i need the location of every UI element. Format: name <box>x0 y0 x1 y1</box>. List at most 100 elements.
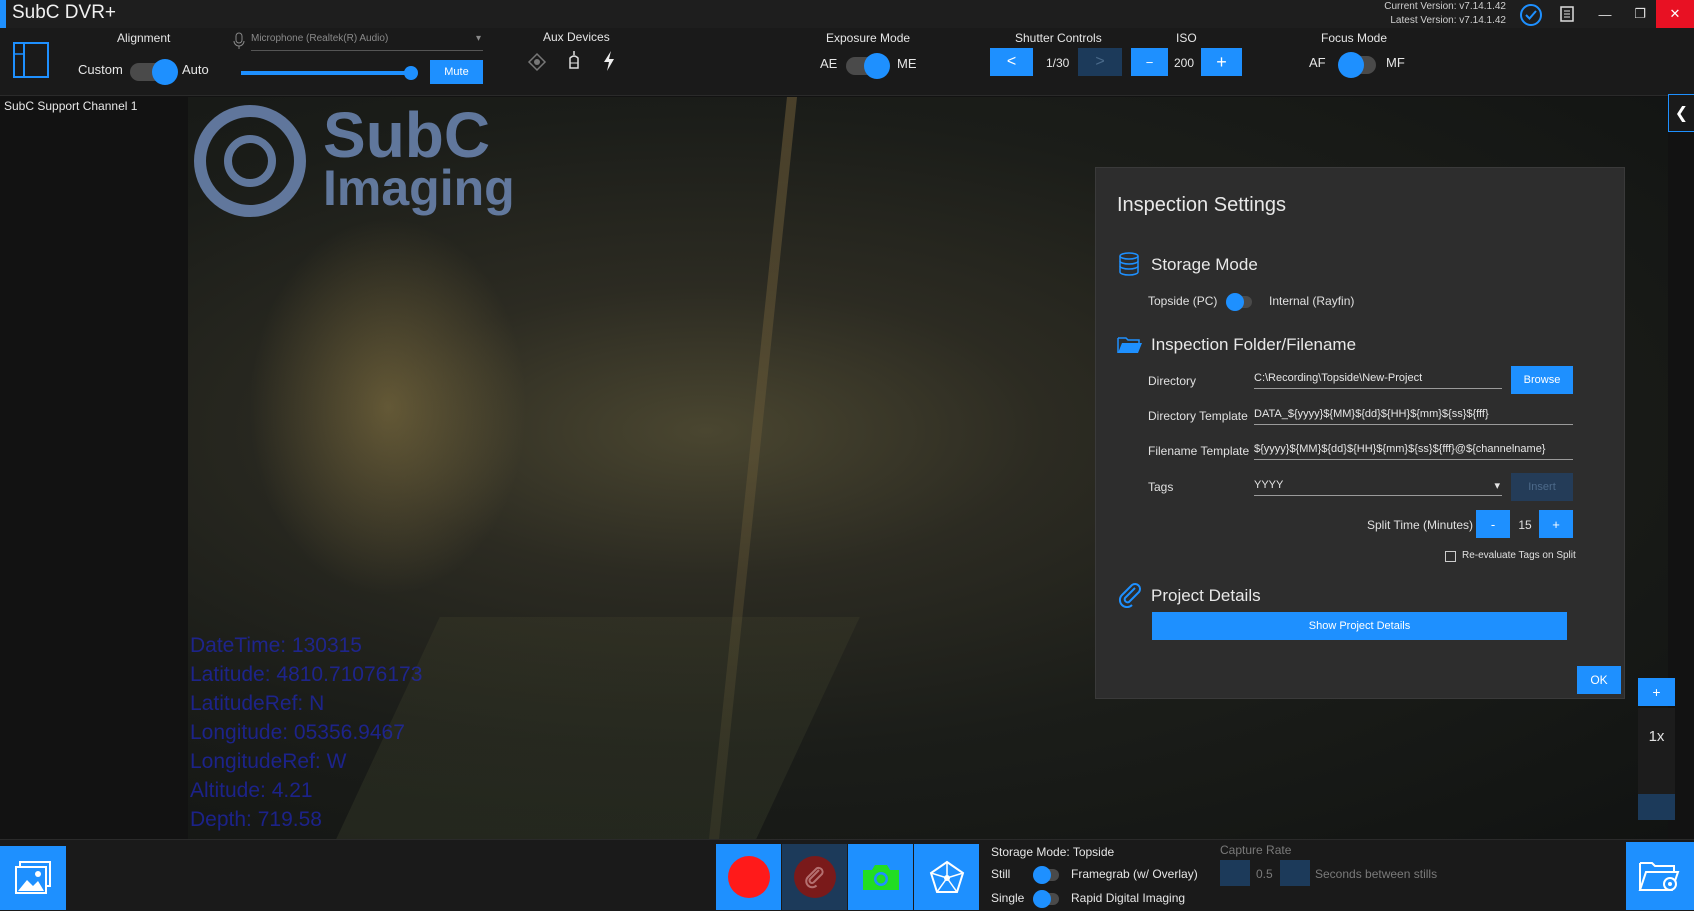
overlay-line: LatitudeRef: N <box>190 692 325 715</box>
log-icon[interactable] <box>1558 5 1576 23</box>
alignment-custom-label: Custom <box>78 62 123 77</box>
volume-slider[interactable] <box>241 66 418 80</box>
project-details-title: Project Details <box>1151 586 1261 605</box>
tags-select[interactable]: YYYY ▾ <box>1254 479 1502 496</box>
focus-mf-label: MF <box>1386 55 1405 70</box>
microphone-select[interactable]: Microphone (Realtek(R) Audio) ▾ <box>251 33 483 51</box>
tags-label: Tags <box>1148 480 1174 494</box>
database-icon <box>1118 252 1140 276</box>
iso-plus-button[interactable]: + <box>1201 48 1242 76</box>
title-bar: SubC DVR+ Current Version: v7.14.1.42 La… <box>0 0 1694 28</box>
single-rdi-toggle[interactable] <box>1033 890 1059 908</box>
zoom-in-button[interactable]: + <box>1638 678 1675 706</box>
title-accent <box>0 0 6 28</box>
focus-af-label: AF <box>1309 55 1326 70</box>
subc-logo-icon <box>190 101 310 221</box>
zoom-track[interactable]: 1x <box>1638 708 1675 794</box>
framegrab-label: Framegrab (w/ Overlay) <box>1071 867 1198 881</box>
folder-open-icon <box>1117 335 1143 355</box>
shutter-value: 1/30 <box>1046 56 1070 70</box>
still-label: Still <box>991 867 1011 881</box>
gallery-icon[interactable] <box>0 846 66 910</box>
inspection-settings-panel: Inspection Settings Storage Mode Topside… <box>1095 167 1625 699</box>
record-button[interactable] <box>716 844 781 910</box>
insert-button[interactable]: Insert <box>1511 473 1573 501</box>
folder-settings-icon[interactable] <box>1626 842 1694 910</box>
light-icon[interactable] <box>566 50 582 72</box>
inspection-folder-title: Inspection Folder/Filename <box>1151 335 1357 354</box>
reevaluate-checkbox[interactable] <box>1445 551 1456 562</box>
show-project-details-button[interactable]: Show Project Details <box>1152 612 1567 640</box>
layout-icon[interactable] <box>13 42 49 78</box>
split-minus-button[interactable]: - <box>1476 510 1510 538</box>
latest-version: Latest Version: v7.14.1.42 <box>1390 15 1506 26</box>
filename-template-input[interactable]: ${yyyy}${MM}${dd}${HH}${mm}${ss}${fff}@$… <box>1254 443 1573 460</box>
focus-toggle[interactable] <box>1338 52 1376 78</box>
toolbar: Alignment Custom Auto Microphone (Realte… <box>0 28 1694 96</box>
aux-devices-label: Aux Devices <box>543 30 610 44</box>
exposure-mode-label: Exposure Mode <box>826 31 911 45</box>
volume-slider-thumb[interactable] <box>403 66 418 80</box>
app-title: SubC DVR+ <box>12 2 117 23</box>
browse-button[interactable]: Browse <box>1511 366 1573 394</box>
bottom-bar: Storage Mode: Topside Still Framegrab (w… <box>0 839 1694 911</box>
restore-icon[interactable]: ❐ <box>1620 0 1660 28</box>
snapshot-button[interactable] <box>848 844 913 910</box>
mute-button[interactable]: Mute <box>430 60 483 84</box>
check-circle-icon[interactable] <box>1519 3 1543 27</box>
zoom-level: 1x <box>1648 728 1665 745</box>
alignment-toggle[interactable] <box>130 59 178 85</box>
directory-template-input[interactable]: DATA_${yyyy}${MM}${dd}${HH}${mm}${ss}${f… <box>1254 408 1573 425</box>
channel-label: SubC Support Channel 1 <box>4 99 138 113</box>
directory-template-label: Directory Template <box>1148 409 1248 423</box>
split-plus-button[interactable]: + <box>1539 510 1573 538</box>
zoom-out-button[interactable] <box>1638 794 1675 820</box>
overlay-line: Latitude: 4810.71076173 <box>190 663 423 686</box>
ok-button[interactable]: OK <box>1577 666 1621 694</box>
flash-icon[interactable] <box>601 50 617 72</box>
polygon-3d-icon <box>929 860 964 893</box>
iso-value: 200 <box>1174 56 1195 70</box>
rate-plus-button[interactable] <box>1280 860 1310 886</box>
focus-mode-label: Focus Mode <box>1321 31 1388 45</box>
logo-line1: SubC <box>323 99 491 171</box>
overlay-line: LongitudeRef: W <box>190 750 347 773</box>
collapse-panel-icon[interactable]: ❮ <box>1668 94 1694 132</box>
current-version: Current Version: v7.14.1.42 <box>1384 1 1506 12</box>
exposure-toggle[interactable] <box>846 53 890 79</box>
close-icon[interactable]: ✕ <box>1656 0 1694 28</box>
paperclip-record-icon <box>793 856 836 898</box>
directory-input[interactable]: C:\Recording\Topside\New-Project <box>1254 372 1502 389</box>
minimize-icon[interactable]: — <box>1585 0 1625 28</box>
storage-internal-label: Internal (Rayfin) <box>1269 294 1355 308</box>
laser-icon[interactable] <box>527 52 547 72</box>
panel-title: Inspection Settings <box>1117 194 1286 216</box>
rate-minus-button[interactable] <box>1220 860 1250 886</box>
capture-rate-value[interactable]: 0.5 <box>1256 867 1273 881</box>
still-framegrab-toggle[interactable] <box>1033 866 1059 884</box>
3d-capture-button[interactable] <box>914 844 979 910</box>
split-time-value[interactable]: 15 <box>1513 518 1537 532</box>
chevron-down-icon: ▾ <box>1494 480 1500 492</box>
tags-value: YYYY <box>1254 479 1284 491</box>
overlay-line: Altitude: 4.21 <box>190 779 313 802</box>
storage-mode-toggle[interactable] <box>1226 293 1252 311</box>
particle-glow <box>248 217 528 597</box>
capture-rate-label: Capture Rate <box>1220 843 1292 857</box>
filename-template-label: Filename Template <box>1148 444 1250 458</box>
microphone-device: Microphone (Realtek(R) Audio) <box>251 33 389 44</box>
shutter-controls-label: Shutter Controls <box>1015 31 1102 45</box>
tag-button[interactable] <box>782 844 847 910</box>
shutter-next-button[interactable]: > <box>1078 48 1122 76</box>
overlay-line: Longitude: 05356.9467 <box>190 721 405 744</box>
shutter-prev-button[interactable]: < <box>990 48 1033 76</box>
directory-label: Directory <box>1148 374 1197 388</box>
iso-minus-button[interactable]: − <box>1131 48 1168 76</box>
chevron-down-icon: ▾ <box>475 33 481 44</box>
storage-mode-title: Storage Mode <box>1151 255 1258 274</box>
record-icon <box>727 856 770 898</box>
single-label: Single <box>991 891 1025 905</box>
overlay-line: DateTime: 130315 <box>190 634 362 657</box>
microphone-icon <box>232 32 246 50</box>
split-time-label: Split Time (Minutes) <box>1367 518 1474 532</box>
